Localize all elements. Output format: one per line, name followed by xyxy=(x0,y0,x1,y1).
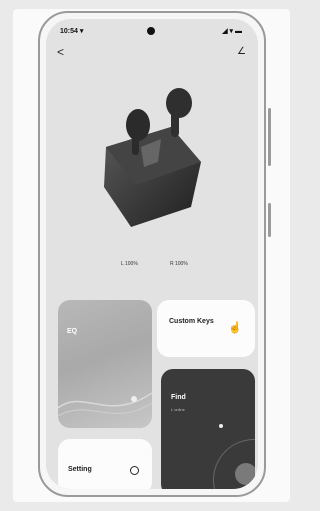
volume-button xyxy=(268,108,271,166)
status-time: 10:54 ▾ xyxy=(60,28,84,35)
power-button xyxy=(268,203,271,237)
find-card[interactable]: Find L online xyxy=(161,369,255,489)
find-title: Find xyxy=(171,394,186,401)
custom-keys-title: Custom Keys xyxy=(169,318,214,325)
eq-card[interactable]: EQ xyxy=(58,300,152,428)
eq-title: EQ xyxy=(67,328,78,335)
setting-title: Setting xyxy=(68,466,92,473)
gear-icon xyxy=(130,466,139,475)
phone-device: 10:54 ▾ ◢ ▾ ▬ < ∠ L 100% R 100% EQ Custo… xyxy=(38,11,271,497)
location-dot xyxy=(219,424,223,428)
edit-icon[interactable]: ∠ xyxy=(237,46,246,57)
battery-left: L 100% xyxy=(121,261,138,267)
camera-cutout xyxy=(147,27,155,35)
phone-screen: 10:54 ▾ ◢ ▾ ▬ < ∠ L 100% R 100% EQ Custo… xyxy=(46,19,258,489)
earbuds-case-image xyxy=(104,88,201,227)
device-marker xyxy=(235,463,255,485)
find-subtitle: L online xyxy=(171,407,185,412)
battery-right: R 100% xyxy=(170,261,188,267)
eq-wave-graphic xyxy=(58,392,152,417)
setting-card[interactable]: Setting xyxy=(58,439,152,489)
status-bar: 10:54 ▾ ◢ ▾ ▬ xyxy=(46,27,258,41)
custom-keys-card[interactable]: Custom Keys ☝ xyxy=(157,300,255,357)
back-icon[interactable]: < xyxy=(57,45,64,59)
hand-tap-icon: ☝ xyxy=(228,322,242,334)
status-icons: ◢ ▾ ▬ xyxy=(222,28,242,35)
